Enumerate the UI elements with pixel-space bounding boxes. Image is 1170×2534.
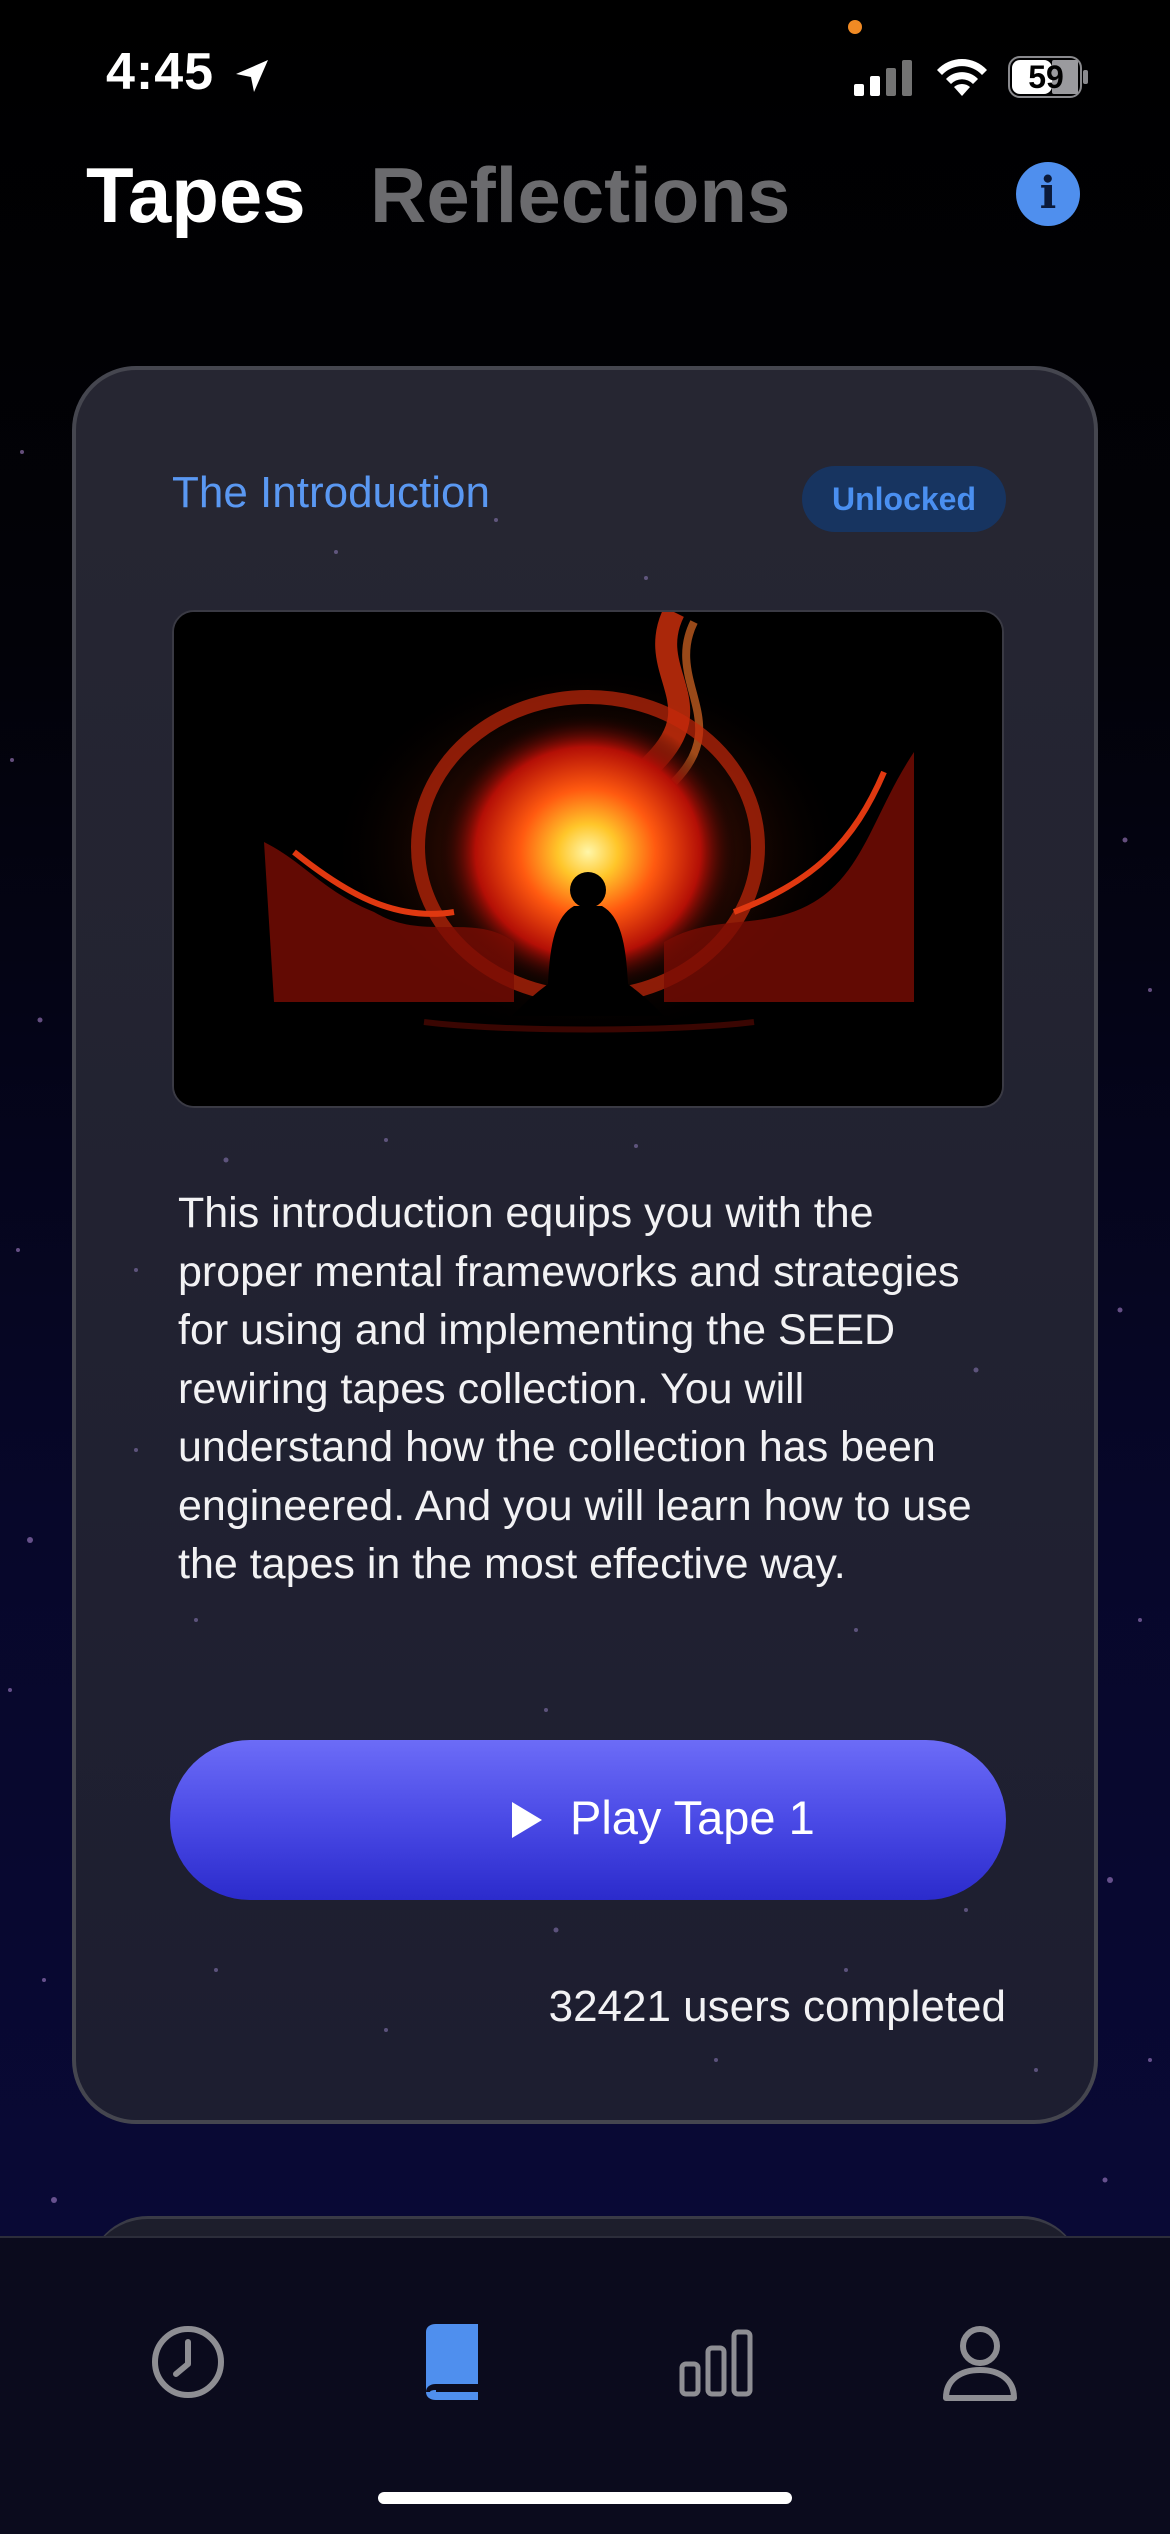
- status-badge: Unlocked: [802, 466, 1006, 532]
- location-arrow-icon: [236, 60, 268, 92]
- bar-chart-icon[interactable]: [676, 2322, 756, 2402]
- play-icon: [512, 1802, 542, 1838]
- tape-artwork: [172, 610, 1004, 1108]
- tab-reflections[interactable]: Reflections: [370, 150, 790, 241]
- profile-icon[interactable]: [940, 2322, 1020, 2402]
- book-icon[interactable]: [412, 2322, 492, 2402]
- tab-bar: [0, 2236, 1170, 2534]
- home-indicator: [378, 2492, 792, 2504]
- info-icon: i: [1039, 168, 1057, 219]
- tape-card: The Introduction Unlocked This introduct…: [72, 366, 1098, 2124]
- meditation-silhouette-image: [174, 612, 1002, 1106]
- clock-icon[interactable]: [148, 2322, 228, 2402]
- badge-label: Unlocked: [831, 481, 977, 517]
- play-button-label: Play Tape 1: [570, 1791, 815, 1844]
- status-bar: 4:45 59: [0, 0, 1170, 150]
- status-time: 4:45: [106, 43, 215, 101]
- tab-tapes[interactable]: Tapes: [86, 150, 306, 241]
- users-completed-count: 32421 users completed: [548, 1982, 1006, 2031]
- battery-level: 59: [1028, 59, 1064, 95]
- play-tape-button[interactable]: Play Tape 1: [170, 1740, 1006, 1900]
- privacy-indicator: [848, 20, 862, 34]
- info-button[interactable]: i: [1016, 162, 1080, 226]
- tape-description: This introduction equips you with the pr…: [178, 1189, 972, 1588]
- wifi-icon: [937, 59, 987, 96]
- signal-icon: [854, 60, 912, 96]
- tape-title: The Introduction: [172, 468, 490, 517]
